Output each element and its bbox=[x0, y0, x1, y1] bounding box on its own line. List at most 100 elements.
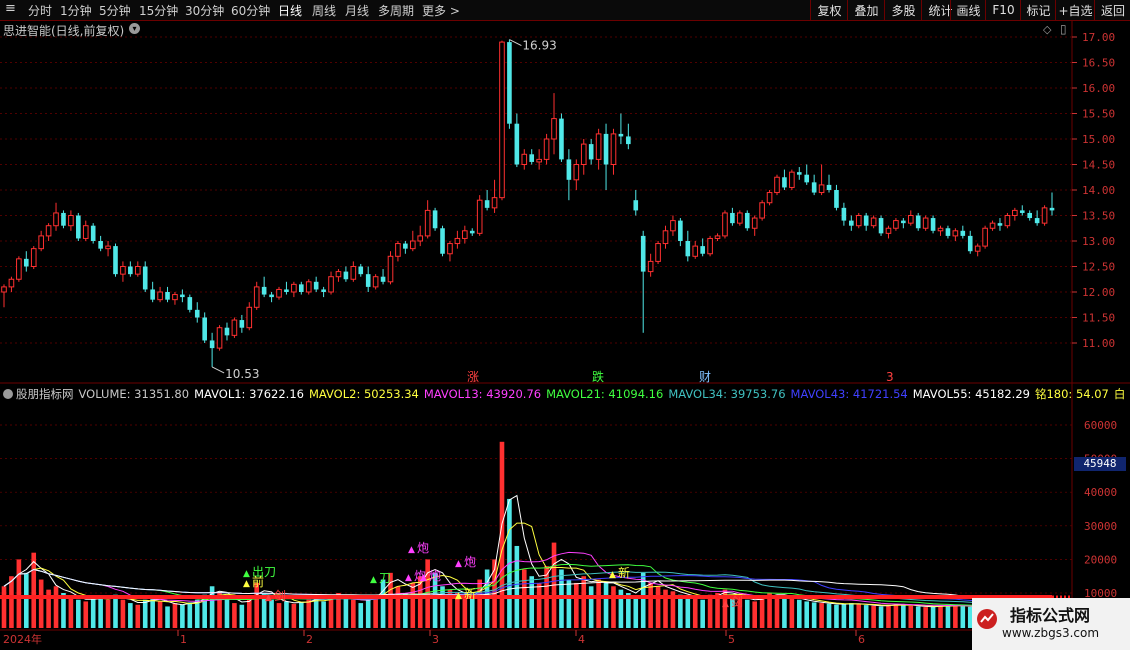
volume-bar bbox=[358, 603, 364, 628]
candle-body-down bbox=[261, 286, 267, 295]
candle-body-down bbox=[863, 215, 869, 226]
candle-body-down bbox=[128, 266, 133, 275]
candle-body-up bbox=[372, 276, 379, 288]
candle-body-up bbox=[1012, 209, 1018, 216]
kline-chart[interactable]: 17.00 16.50 16.00 15.50 15.00 14.50 14.00 13.50… bbox=[0, 0, 1130, 650]
event-marker-1: 跌 bbox=[592, 369, 604, 384]
price-tick-label: 14.00 bbox=[1082, 184, 1115, 197]
candle-body-down bbox=[915, 215, 921, 229]
legend-item-2: MAVOL1: 37622.16 bbox=[194, 387, 304, 401]
volume-bar bbox=[113, 594, 118, 628]
candle-body-up bbox=[231, 319, 238, 336]
volume-bar bbox=[574, 582, 579, 628]
volume-bar bbox=[16, 559, 22, 628]
legend-item-3: MAVOL2: 50253.34 bbox=[308, 387, 419, 401]
date-label-6: 6 bbox=[858, 633, 865, 646]
volume-bar bbox=[410, 582, 416, 628]
volume-bar bbox=[930, 606, 936, 628]
volume-bar bbox=[172, 603, 178, 628]
legend-dropdown-icon[interactable] bbox=[3, 389, 13, 399]
signal-triangle-9: ▲ bbox=[455, 591, 462, 601]
volume-bar bbox=[90, 596, 96, 628]
volume-bar bbox=[841, 603, 847, 628]
volume-bar bbox=[588, 586, 594, 628]
volume-bar bbox=[343, 596, 349, 628]
signal-label-3: 刀 bbox=[379, 571, 391, 585]
signal-label-9: 新 bbox=[464, 586, 476, 601]
candle-body-up bbox=[707, 237, 713, 255]
volume-bar bbox=[514, 545, 520, 628]
candle-body-up bbox=[8, 278, 15, 288]
candle-body-up bbox=[1004, 215, 1011, 227]
candle-body-up bbox=[982, 227, 988, 247]
candle-body-up bbox=[647, 260, 654, 273]
candle-body-up bbox=[462, 230, 468, 239]
volume-bar bbox=[284, 601, 289, 628]
volume-bar bbox=[232, 603, 237, 628]
volume-bar bbox=[68, 596, 74, 628]
date-label-1: 1 bbox=[180, 633, 187, 646]
volume-bar bbox=[105, 599, 111, 628]
candle-body-up bbox=[499, 41, 505, 199]
volume-bar bbox=[692, 598, 698, 628]
candle-body-down bbox=[811, 182, 817, 193]
volume-bar bbox=[893, 603, 899, 628]
candle-body-down bbox=[945, 228, 951, 236]
signal-triangle-8: ▲ bbox=[609, 570, 616, 580]
price-tick-label: 14.50 bbox=[1082, 159, 1115, 172]
volume-bar bbox=[938, 605, 943, 628]
candle-body-up bbox=[922, 217, 929, 229]
candle-body-up bbox=[885, 227, 892, 234]
candle-body-down bbox=[76, 215, 81, 239]
candle-body-up bbox=[16, 258, 22, 280]
candle-body-down bbox=[796, 172, 802, 175]
volume-bar bbox=[960, 606, 966, 628]
volume-bar bbox=[380, 579, 386, 628]
date-label-5: 5 bbox=[728, 633, 735, 646]
volume-bar bbox=[908, 605, 914, 628]
candle-body-up bbox=[722, 212, 728, 237]
volume-bar bbox=[9, 576, 14, 628]
candle-body-up bbox=[714, 235, 721, 239]
volume-bar bbox=[98, 598, 103, 628]
candle-body-up bbox=[1, 286, 7, 293]
candle-body-up bbox=[595, 133, 602, 160]
candle-body-down bbox=[1049, 207, 1055, 211]
candle-body-up bbox=[447, 243, 453, 255]
volume-bar bbox=[871, 605, 876, 628]
date-label-2: 2 bbox=[306, 633, 313, 646]
candle-body-down bbox=[782, 177, 787, 188]
signal-label-2: 剑 bbox=[274, 588, 286, 603]
volume-bar bbox=[863, 605, 869, 628]
volume-bar bbox=[477, 579, 482, 628]
candle-body-down bbox=[685, 241, 691, 257]
signal-triangle-6: ▲ bbox=[420, 573, 427, 583]
candle-body-up bbox=[53, 212, 59, 227]
candle-body-up bbox=[952, 230, 959, 237]
legend-item-0: 股朋指标网 bbox=[16, 387, 74, 401]
candle-body-up bbox=[774, 176, 780, 194]
volume-bar bbox=[804, 601, 810, 628]
candle-body-up bbox=[38, 235, 44, 250]
candle-body-down bbox=[299, 284, 304, 292]
watermark-url: www.zbgs3.com bbox=[1002, 626, 1100, 640]
candle-body-down bbox=[514, 123, 520, 165]
legend-item-1: VOLUME: 31351.80 bbox=[78, 387, 190, 401]
candle-body-up bbox=[476, 199, 483, 234]
signal-label-4: 炮 bbox=[417, 541, 429, 555]
candle-body-up bbox=[692, 245, 699, 257]
candle-body-down bbox=[284, 289, 289, 292]
candle-body-up bbox=[417, 235, 424, 242]
candle-body-down bbox=[633, 200, 639, 211]
candle-body-up bbox=[45, 225, 52, 237]
legend-item-6: MAVOL34: 39753.76 bbox=[668, 387, 786, 401]
candle-body-up bbox=[989, 222, 996, 229]
candle-body-up bbox=[105, 245, 111, 250]
volume-bar bbox=[648, 582, 653, 628]
signal-triangle-7: ▲ bbox=[455, 559, 462, 569]
candle-body-down bbox=[849, 220, 854, 226]
candle-body-up bbox=[68, 215, 74, 227]
volume-bar bbox=[685, 596, 691, 628]
candle-body-down bbox=[98, 241, 103, 249]
signal-triangle-5: ▲ bbox=[405, 573, 412, 583]
